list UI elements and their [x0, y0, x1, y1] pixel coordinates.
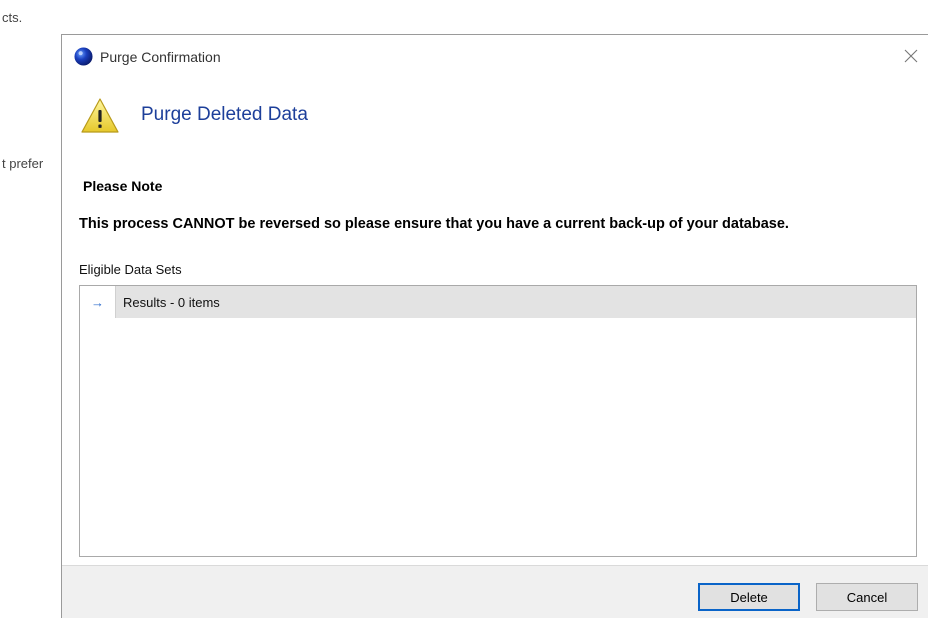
eligible-data-sets-label: Eligible Data Sets [79, 262, 182, 277]
close-icon [904, 49, 918, 63]
note-title: Please Note [83, 178, 163, 194]
cancel-button[interactable]: Cancel [816, 583, 918, 611]
dialog-titlebar: Purge Confirmation [62, 35, 928, 79]
note-body: This process CANNOT be reversed so pleas… [79, 216, 789, 232]
grid-group-row[interactable]: → Results - 0 items [80, 286, 916, 318]
dialog-title: Purge Confirmation [100, 49, 221, 65]
background-text-top: cts. [2, 10, 23, 25]
warning-icon [81, 98, 119, 133]
purge-confirmation-dialog: Purge Confirmation Purge Deleted Data Pl… [61, 34, 928, 618]
arrow-right-icon: → [80, 286, 116, 318]
grid-row-text: Results - 0 items [123, 294, 220, 310]
dialog-heading: Purge Deleted Data [141, 104, 308, 125]
background-text-mid: t prefer [2, 156, 44, 171]
eligible-data-sets-grid[interactable]: → Results - 0 items [79, 285, 917, 557]
app-logo-icon [74, 47, 93, 66]
close-button[interactable] [898, 43, 924, 69]
dialog-footer: Delete Cancel [62, 565, 928, 618]
delete-button[interactable]: Delete [698, 583, 800, 611]
